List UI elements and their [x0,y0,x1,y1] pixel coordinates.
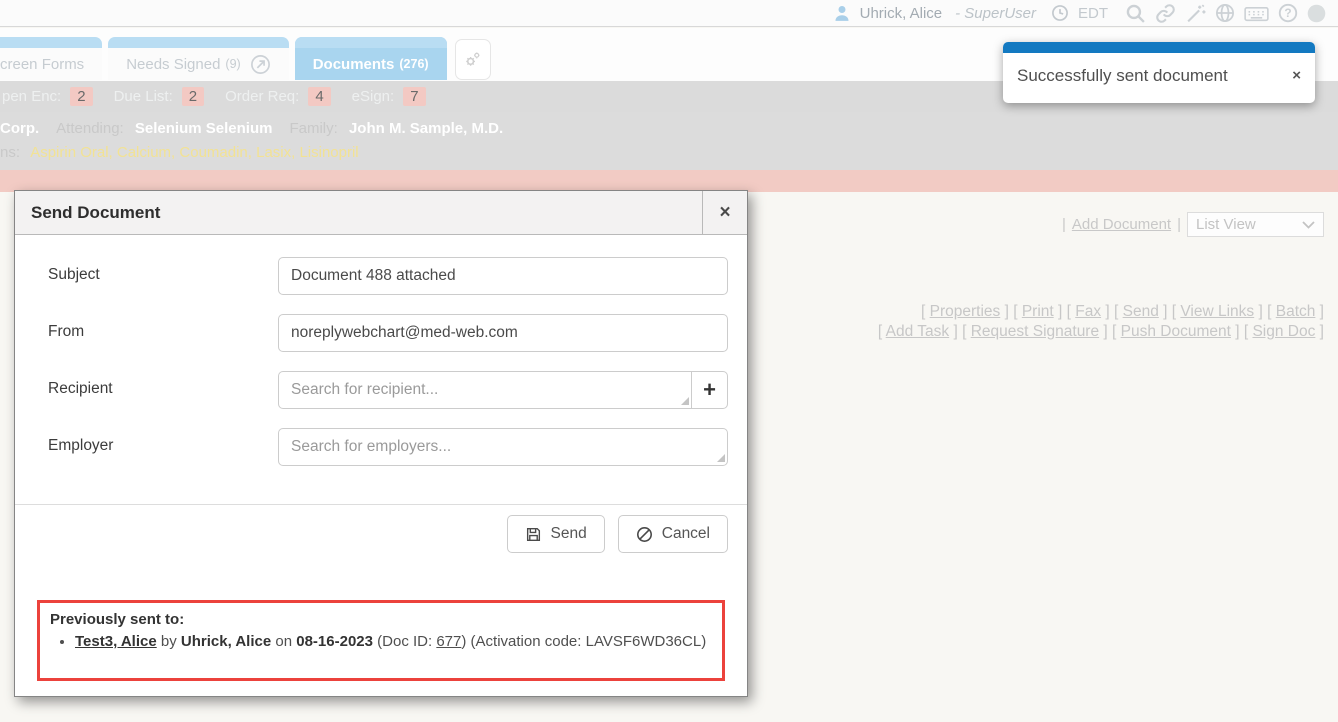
send-document-modal: Send Document × Subject From Recipient + [14,190,748,697]
modal-buttons: Send Cancel [34,515,728,553]
from-label: From [34,314,278,341]
sent-date: 08-16-2023 [296,633,373,650]
allergy-label-fragment: ns: [0,144,20,161]
doc-id-link[interactable]: 677 [436,633,461,650]
top-bar: Uhrick, Alice - SuperUser EDT ? [0,0,1338,27]
tab-needs-signed[interactable]: Needs Signed (9) [108,37,289,80]
gears-icon [463,50,482,69]
family-value: John M. Sample, M.D. [349,120,503,137]
toast-accent-bar [1003,42,1315,53]
modal-header: Send Document × [15,191,747,235]
employer-search-input[interactable] [278,428,728,466]
documents-count: (276) [399,57,428,71]
stat-due-list: Due List: 2 [114,87,205,106]
action-links-row-2: [ Add Task ] [ Request Signature ] [ Pus… [878,322,1324,342]
activation-code: (Activation code: LAVSF6WD36CL) [471,633,707,650]
subject-row: Subject [34,257,728,295]
patient-bar: Corp. Attending: Selenium Selenium Famil… [0,112,1338,170]
alert-banner [0,170,1338,192]
svg-text:?: ? [1284,6,1291,20]
action-link-add-task[interactable]: Add Task [886,323,949,340]
user-role: - SuperUser [955,5,1036,22]
wand-icon[interactable] [1185,3,1206,24]
subject-input[interactable] [278,257,728,295]
from-input[interactable] [278,314,728,352]
cancel-slash-icon [636,526,653,543]
document-action-links: [ Properties ] [ Print ] [ Fax ] [ Send … [878,302,1324,341]
modal-close-icon[interactable]: × [702,191,747,234]
globe-icon[interactable] [1215,3,1235,23]
clock-icon [1051,4,1069,22]
family-label: Family: [289,120,337,137]
view-select[interactable]: List View [1187,212,1324,237]
stat-open-enc-badge[interactable]: 2 [70,87,92,106]
recipient-search-input[interactable] [278,371,692,409]
employer-row: Employer [34,428,728,466]
action-link-push-document[interactable]: Push Document [1121,323,1231,340]
link-icon[interactable] [1155,3,1176,24]
cancel-button[interactable]: Cancel [618,515,728,553]
action-link-request-signature[interactable]: Request Signature [971,323,1099,340]
save-disk-icon [525,526,542,543]
toast-close-icon[interactable]: × [1292,68,1301,83]
sent-recipient-link[interactable]: Test3, Alice [75,633,157,650]
help-icon[interactable]: ? [1278,3,1298,23]
needs-signed-count: (9) [225,57,240,71]
stat-esign-badge[interactable]: 7 [403,87,425,106]
stat-esign: eSign: 7 [352,87,426,106]
previously-sent-entry: Test3, Alice by Uhrick, Alice on 08-16-2… [75,632,712,652]
employer-fragment: Corp. [0,120,39,137]
open-external-icon[interactable] [250,54,271,75]
tab-screen-forms[interactable]: creen Forms [0,37,102,80]
tab-documents[interactable]: Documents (276) [295,37,447,80]
attending-label: Attending: [56,120,124,137]
status-circle-icon [1307,4,1326,23]
employer-label: Employer [34,428,278,455]
modal-title: Send Document [15,191,702,234]
chevron-down-icon [1302,221,1315,229]
patient-line-2: ns: Aspirin Oral, Calcium, Coumadin, Las… [0,144,1338,161]
stat-order-req: Order Req: 4 [225,87,331,106]
previously-sent-heading: Previously sent to: [50,611,712,628]
previously-sent-panel: Previously sent to: Test3, Alice by Uhri… [37,600,725,681]
tab-settings-button[interactable] [455,39,491,80]
action-link-view-links[interactable]: View Links [1180,303,1254,320]
button-divider [15,504,747,505]
pipe-left: | [1062,216,1066,233]
resize-grip-icon [681,397,689,405]
attending-value: Selenium Selenium [135,120,273,137]
user-name: Uhrick, Alice [860,5,943,22]
modal-body: Subject From Recipient + Employer [15,235,747,681]
recipient-row: Recipient + [34,371,728,409]
stat-order-req-badge[interactable]: 4 [308,87,330,106]
patient-line-1: Corp. Attending: Selenium Selenium Famil… [0,120,1338,137]
add-recipient-button[interactable]: + [691,371,728,409]
resize-grip-icon [717,454,725,462]
stat-due-list-badge[interactable]: 2 [182,87,204,106]
action-links-row-1: [ Properties ] [ Print ] [ Fax ] [ Send … [878,302,1324,322]
action-link-print[interactable]: Print [1022,303,1054,320]
add-document-link[interactable]: Add Document [1072,216,1171,233]
pipe-right: | [1177,216,1181,233]
success-toast: Successfully sent document × [1003,42,1315,103]
user-avatar-icon [833,4,851,22]
subject-label: Subject [34,257,278,284]
search-icon[interactable] [1125,3,1146,24]
medications-list[interactable]: Aspirin Oral, Calcium, Coumadin, Lasix, … [30,144,358,161]
action-link-fax[interactable]: Fax [1075,303,1101,320]
action-link-sign-doc[interactable]: Sign Doc [1252,323,1315,340]
sender-name: Uhrick, Alice [181,633,271,650]
stat-open-enc: pen Enc: 2 [2,87,93,106]
toast-message: Successfully sent document [1017,66,1228,86]
action-link-send[interactable]: Send [1123,303,1159,320]
action-link-properties[interactable]: Properties [930,303,1001,320]
send-button[interactable]: Send [507,515,605,553]
action-link-batch[interactable]: Batch [1276,303,1316,320]
recipient-label: Recipient [34,371,278,398]
keyboard-icon[interactable] [1244,4,1269,23]
view-select-value: List View [1196,216,1256,233]
timezone-label: EDT [1078,5,1108,22]
from-row: From [34,314,728,352]
document-toolbar: | Add Document | List View [1062,212,1324,237]
